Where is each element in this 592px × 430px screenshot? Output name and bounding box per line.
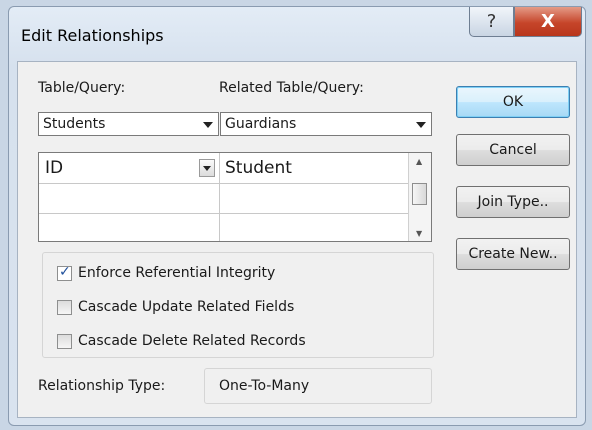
checkbox-label: Cascade Delete Related Records xyxy=(78,333,306,349)
grid-cell-table-field-1[interactable]: ID xyxy=(45,157,195,179)
cascade-update-checkbox[interactable]: Cascade Update Related Fields xyxy=(57,299,294,315)
cascade-delete-checkbox[interactable]: Cascade Delete Related Records xyxy=(57,333,306,349)
related-table-query-value: Guardians xyxy=(225,116,297,132)
dialog-title: Edit Relationships xyxy=(21,26,164,45)
related-table-query-select[interactable]: Guardians xyxy=(220,112,432,136)
edit-relationships-dialog: Edit Relationships ? X Table/Query: Rela… xyxy=(8,6,586,426)
checkbox-unchecked-icon[interactable] xyxy=(57,333,72,349)
relationship-type-value: One-To-Many xyxy=(219,378,310,394)
relationship-type-label: Relationship Type: xyxy=(38,378,166,394)
grid-cell-table-field-2[interactable] xyxy=(45,187,215,209)
checkbox-checked-icon[interactable] xyxy=(57,264,72,281)
close-icon: X xyxy=(541,11,555,32)
help-icon: ? xyxy=(486,11,497,32)
enforce-referential-integrity-checkbox[interactable]: Enforce Referential Integrity xyxy=(57,264,276,281)
table-query-select[interactable]: Students xyxy=(38,112,219,136)
chevron-down-icon[interactable] xyxy=(199,159,215,177)
help-button[interactable]: ? xyxy=(469,7,514,37)
dialog-body: Table/Query: Related Table/Query: Studen… xyxy=(17,61,577,418)
grid-cell-table-field-3[interactable] xyxy=(45,217,215,239)
related-table-query-label: Related Table/Query: xyxy=(219,80,364,96)
create-new-button[interactable]: Create New.. xyxy=(456,238,570,270)
scroll-thumb[interactable] xyxy=(412,183,427,205)
scroll-down-icon[interactable]: ▼ xyxy=(416,229,422,238)
grid-scrollbar[interactable]: ▲ ▼ xyxy=(408,153,431,241)
title-bar[interactable]: Edit Relationships ? X xyxy=(9,7,585,61)
close-button[interactable]: X xyxy=(514,7,582,37)
grid-cell-related-field-3[interactable] xyxy=(225,217,405,239)
cancel-button[interactable]: Cancel xyxy=(456,134,570,166)
grid-cell-related-field-1[interactable]: Student xyxy=(225,157,405,179)
table-query-value: Students xyxy=(43,116,106,132)
join-type-button[interactable]: Join Type.. xyxy=(456,186,570,218)
checkbox-label: Cascade Update Related Fields xyxy=(78,299,295,315)
scroll-up-icon[interactable]: ▲ xyxy=(416,157,422,166)
table-query-label: Table/Query: xyxy=(38,80,126,96)
checkbox-label: Enforce Referential Integrity xyxy=(78,265,276,281)
checkbox-unchecked-icon[interactable] xyxy=(57,299,72,315)
chevron-down-icon xyxy=(416,122,426,128)
integrity-options-group: Enforce Referential Integrity Cascade Up… xyxy=(42,252,434,358)
field-mapping-grid: ID Student ▲ ▼ xyxy=(38,152,432,242)
grid-cell-related-field-2[interactable] xyxy=(225,187,405,209)
relationship-type-display: One-To-Many xyxy=(204,368,432,404)
ok-button[interactable]: OK xyxy=(456,86,570,118)
chevron-down-icon xyxy=(203,122,213,128)
